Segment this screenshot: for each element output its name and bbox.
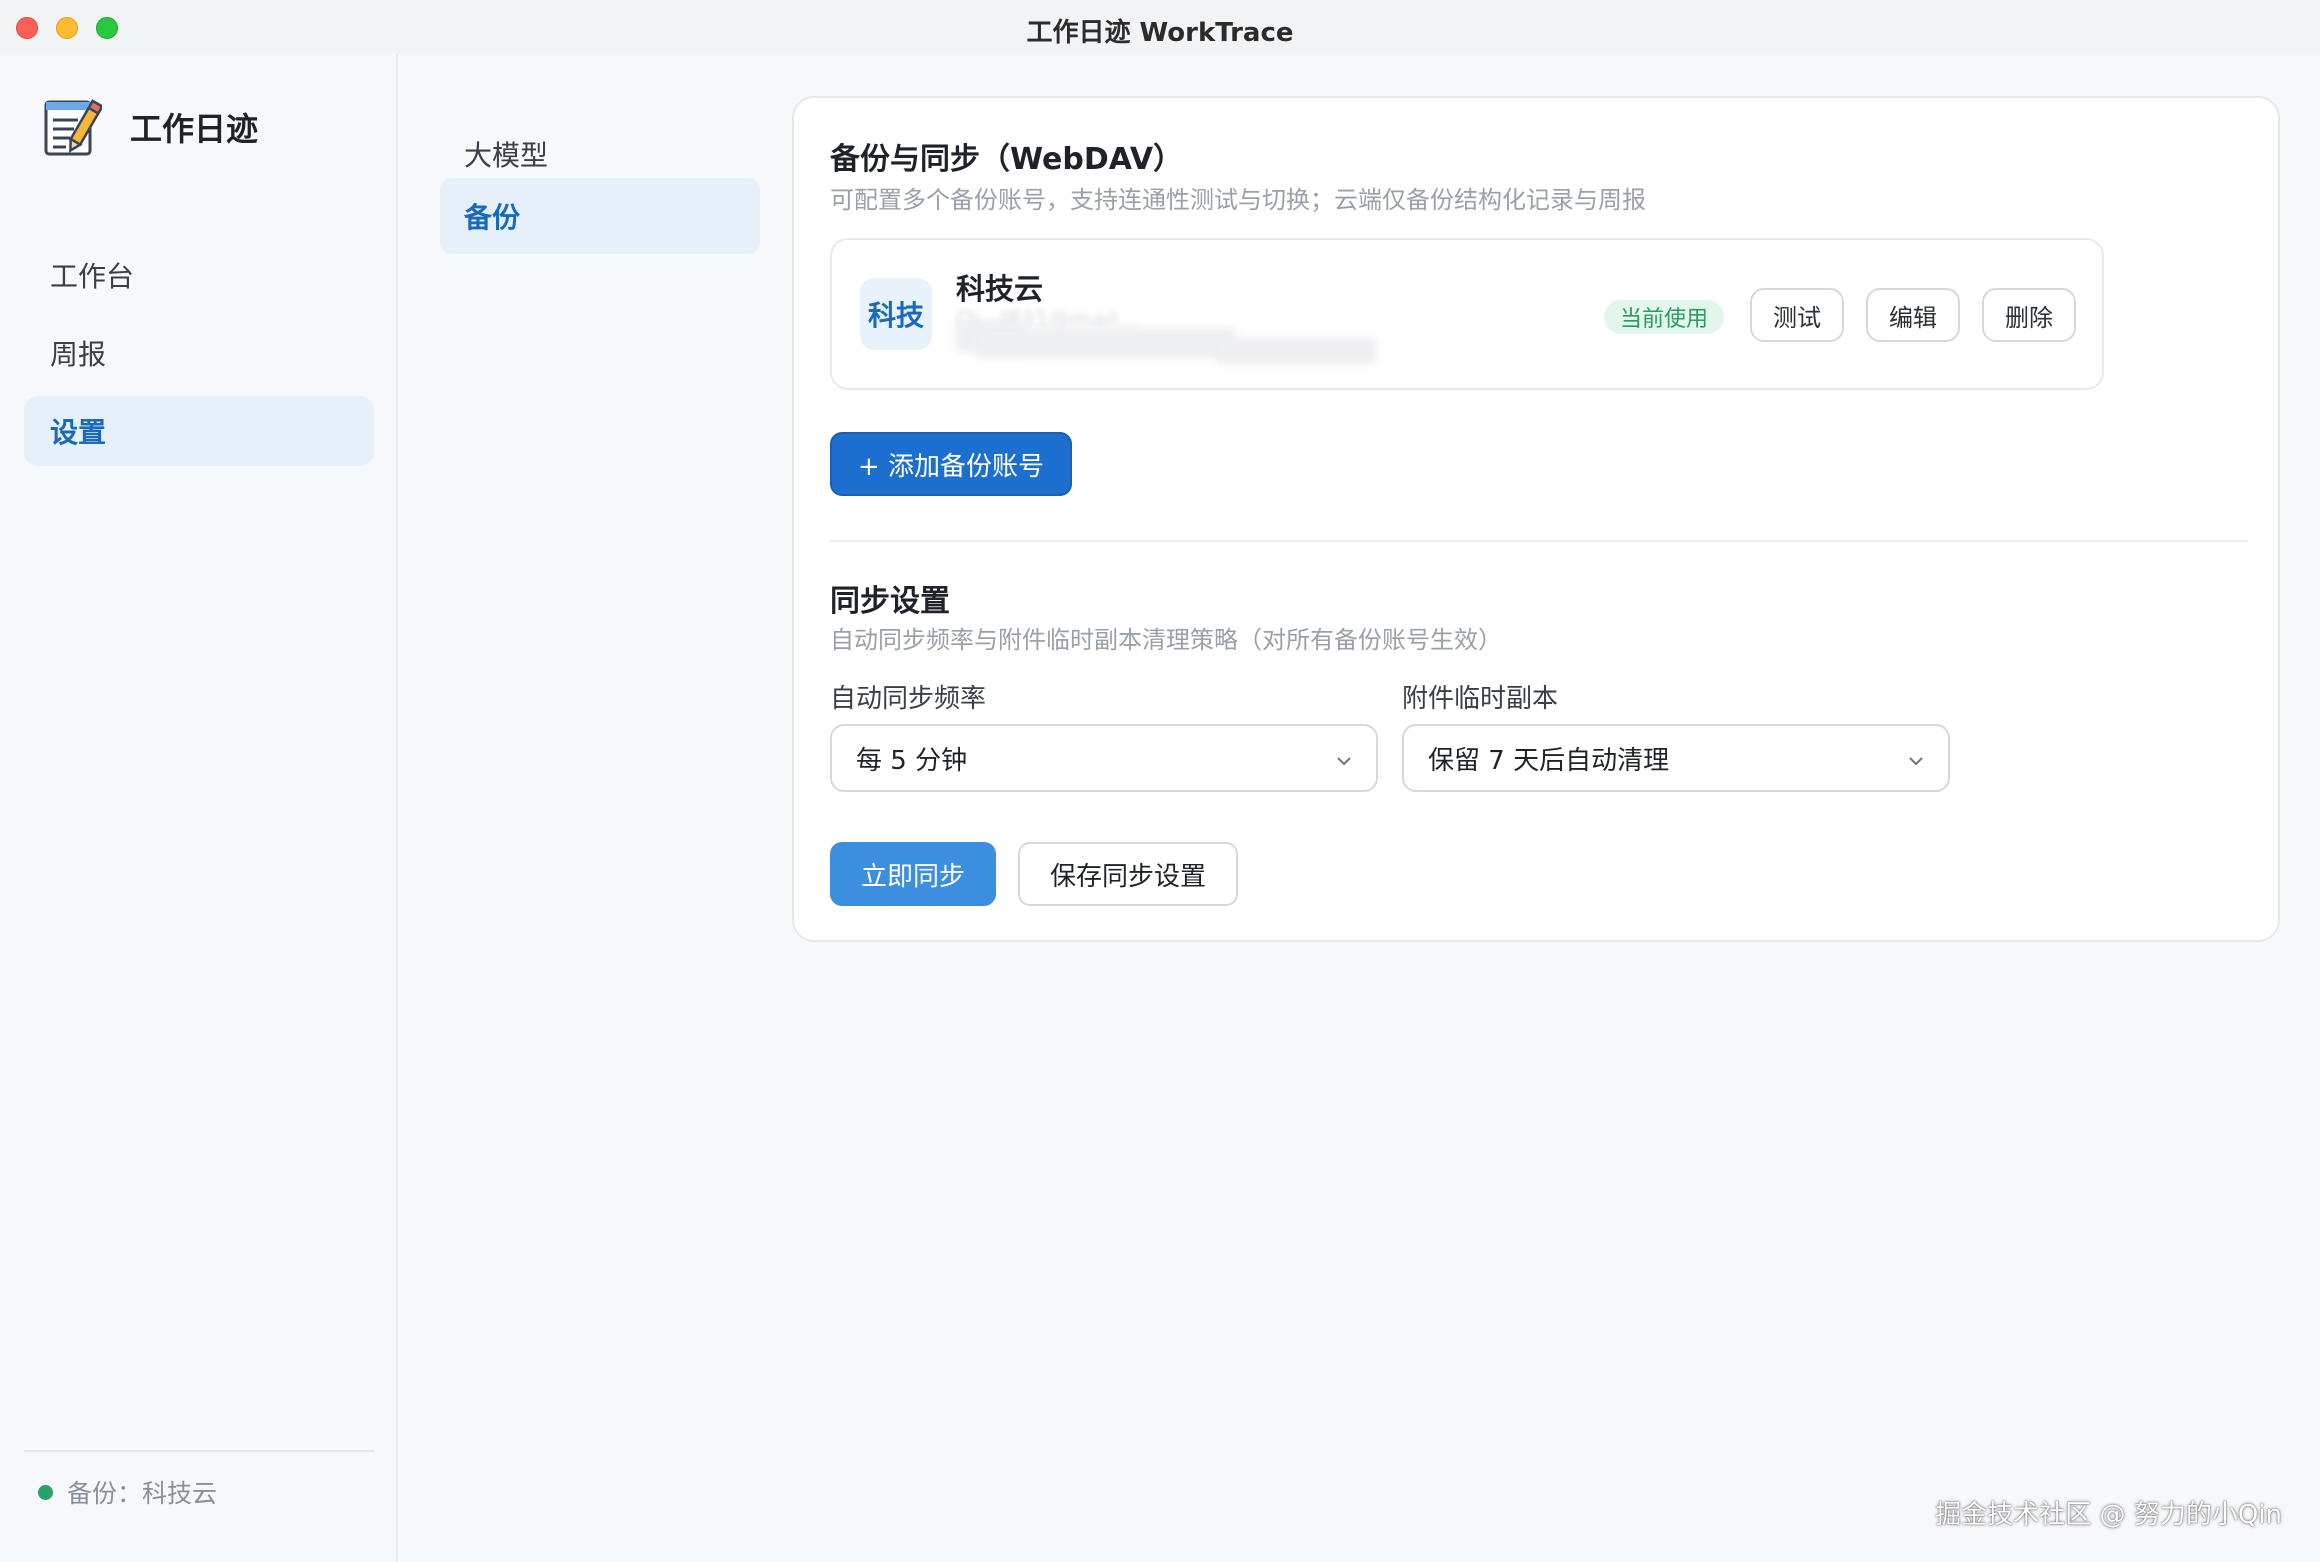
account-avatar: 科技 <box>860 278 932 350</box>
sidebar-item-label: 周报 <box>50 338 107 371</box>
subnav-item-backup[interactable]: 备份 <box>440 178 760 254</box>
backup-section-subtitle: 可配置多个备份账号，支持连通性测试与切换；云端仅备份结构化记录与周报 <box>830 186 1646 214</box>
sync-frequency-label: 自动同步频率 <box>830 684 987 714</box>
sidebar-item-label: 工作台 <box>50 260 135 293</box>
backup-account-card: 科技 科技云 Qi...l831@mail... 当前使用 测试 编辑 删除 <box>830 238 2104 390</box>
backup-settings-card: 备份与同步（WebDAV） 可配置多个备份账号，支持连通性测试与切换；云端仅备份… <box>792 96 2280 942</box>
current-in-use-badge: 当前使用 <box>1604 300 1725 334</box>
settings-subnav: 大模型 备份 <box>400 54 786 1562</box>
brand: 工作日迹 <box>44 96 258 158</box>
edit-account-button[interactable]: 编辑 <box>1866 288 1960 342</box>
subnav-item-label: 备份 <box>464 201 521 234</box>
chevron-down-icon <box>1906 748 1926 768</box>
attachment-copy-value: 保留 7 天后自动清理 <box>1428 745 1670 776</box>
sync-frequency-select[interactable]: 每 5 分钟 <box>830 724 1378 792</box>
account-email-redacted: Qi...l831@mail... <box>956 308 1376 364</box>
account-name: 科技云 <box>956 272 1044 306</box>
backup-status-text: 备份：科技云 <box>67 1479 218 1508</box>
add-backup-account-button[interactable]: + 添加备份账号 <box>830 432 1072 496</box>
sidebar-item-label: 设置 <box>50 416 107 449</box>
sidebar-item-settings[interactable]: 设置 <box>24 396 374 466</box>
backup-section-title: 备份与同步（WebDAV） <box>830 142 1184 177</box>
title-bar: 工作日迹 WorkTrace <box>0 0 2320 54</box>
sync-frequency-value: 每 5 分钟 <box>856 745 968 776</box>
chevron-down-icon <box>1334 748 1354 768</box>
sync-section-subtitle: 自动同步频率与附件临时副本清理策略（对所有备份账号生效） <box>830 626 1502 654</box>
subnav-item-label: 大模型 <box>464 139 549 172</box>
sync-section-title: 同步设置 <box>830 584 950 619</box>
window-title: 工作日迹 WorkTrace <box>1026 18 1294 48</box>
app-window: 工作日迹 WorkTrace 工作日迹 工作台 周报 设置 备份：科技云 大模型… <box>0 0 2320 1562</box>
sync-now-button[interactable]: 立即同步 <box>830 842 996 906</box>
notepad-pencil-icon <box>44 96 104 158</box>
delete-account-button[interactable]: 删除 <box>1982 288 2076 342</box>
sidebar-item-weekly-report[interactable]: 周报 <box>24 318 374 388</box>
test-connection-button[interactable]: 测试 <box>1750 288 1844 342</box>
sidebar-item-workbench[interactable]: 工作台 <box>24 240 374 310</box>
section-divider <box>830 540 2248 542</box>
sidebar: 工作日迹 工作台 周报 设置 备份：科技云 <box>0 54 398 1562</box>
sidebar-divider <box>24 1450 374 1452</box>
attachment-copy-select[interactable]: 保留 7 天后自动清理 <box>1402 724 1950 792</box>
save-sync-settings-button[interactable]: 保存同步设置 <box>1018 842 1238 906</box>
backup-status: 备份：科技云 <box>38 1474 217 1510</box>
status-dot-icon <box>38 1484 53 1500</box>
attachment-copy-label: 附件临时副本 <box>1402 684 1559 714</box>
watermark: 掘金技术社区 @ 努力的小Qin <box>1935 1500 2282 1530</box>
brand-title: 工作日迹 <box>130 110 259 148</box>
